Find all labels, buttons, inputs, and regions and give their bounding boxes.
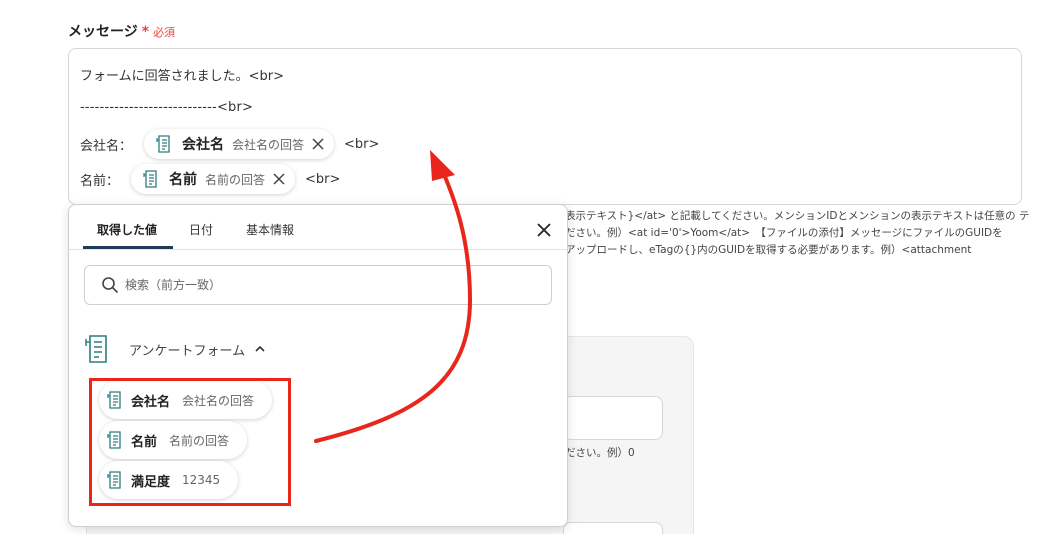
tab-acquired-values[interactable]: 取得した値 (97, 221, 157, 238)
variable-chip-name[interactable]: 名前 名前の回答 (131, 164, 296, 194)
option-desc: 12345 (182, 473, 221, 487)
option-name: 会社名 (131, 394, 171, 410)
chevron-up-icon (255, 345, 265, 352)
form-doc-icon (85, 335, 107, 363)
message-line-4: 名前： 名前 名前の回答 <br> (80, 164, 340, 194)
line3-prefix: 会社名： (80, 138, 133, 154)
option-name: 名前 (131, 434, 158, 450)
option-name-field[interactable]: 名前 名前の回答 (99, 421, 248, 459)
close-icon[interactable] (273, 173, 285, 185)
message-line-1: フォームに回答されました。<br> (80, 69, 284, 84)
chip-name: 名前 (169, 172, 198, 188)
option-company[interactable]: 会社名 会社名の回答 (99, 381, 273, 419)
option-name: 満足度 (131, 474, 171, 490)
search-input[interactable] (125, 278, 525, 292)
line3-suffix: <br> (344, 136, 380, 152)
form-doc-icon (143, 170, 157, 188)
close-icon[interactable] (312, 138, 324, 150)
help-line: 表示テキスト}</at> と記載してください。メンションIDとメンションの表示テ… (565, 210, 1030, 222)
background-input-2[interactable] (563, 522, 663, 534)
group-label: アンケートフォーム (129, 343, 246, 359)
line4-prefix: 名前： (80, 173, 120, 189)
search-icon (102, 277, 119, 294)
option-satisfaction[interactable]: 満足度 12345 (99, 461, 239, 499)
tab-bar: 取得した値 日付 基本情報 (69, 205, 567, 250)
tab-basic-info[interactable]: 基本情報 (246, 221, 294, 238)
message-line-3: 会社名： 会社名 会社名の回答 <br> (80, 129, 379, 159)
group-header-survey-form[interactable]: アンケートフォーム (85, 334, 267, 364)
field-label-text: メッセージ (68, 24, 138, 40)
option-desc: 会社名の回答 (182, 393, 255, 408)
chip-name: 会社名 (182, 137, 225, 153)
variable-chip-company[interactable]: 会社名 会社名の回答 (144, 129, 335, 159)
background-input[interactable] (563, 396, 663, 440)
help-line: ださい。例）<at id='0'>Yoom</at> 【ファイルの添付】メッセー… (565, 227, 1003, 239)
form-doc-icon (107, 431, 121, 449)
close-icon[interactable] (533, 219, 555, 241)
line4-suffix: <br> (305, 171, 341, 187)
active-tab-indicator (83, 246, 173, 249)
chip-desc: 名前の回答 (205, 172, 266, 187)
required-star: * (141, 24, 150, 40)
search-field[interactable] (84, 265, 552, 305)
message-line-2: ----------------------------<br> (80, 100, 254, 115)
form-doc-icon (107, 391, 121, 409)
variable-picker-popup: 取得した値 日付 基本情報 アンケートフォーム 会社名 会社名の回答 名前 名前… (68, 204, 568, 527)
help-text: 表示テキスト}</at> と記載してください。メンションIDとメンションの表示テ… (565, 208, 1029, 259)
tab-date[interactable]: 日付 (189, 221, 213, 238)
chip-desc: 会社名の回答 (232, 137, 305, 152)
form-doc-icon (107, 471, 121, 489)
message-editor[interactable]: フォームに回答されました。<br> ----------------------… (68, 48, 1022, 205)
background-note: ださい。例）0 (565, 447, 635, 459)
option-desc: 名前の回答 (169, 433, 230, 448)
form-doc-icon (156, 135, 170, 153)
required-text: 必須 (153, 26, 176, 39)
field-label: メッセージ * 必須 (68, 21, 175, 41)
help-line: アップロードし、eTagの{}内のGUIDを取得する必要があります。例）<att… (565, 244, 972, 256)
